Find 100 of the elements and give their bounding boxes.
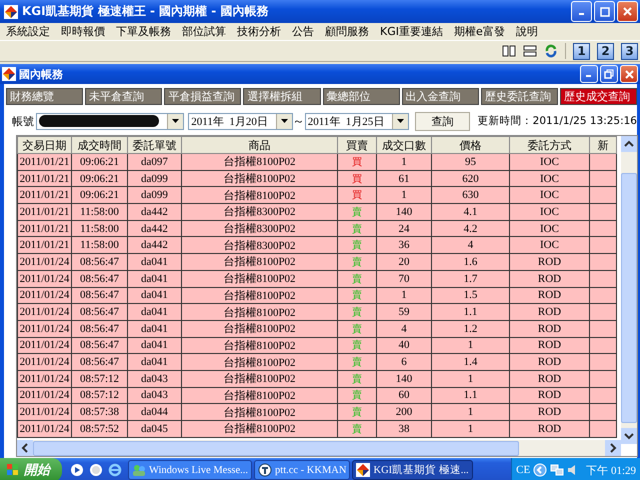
network-icon[interactable]: [550, 463, 564, 477]
refresh-icon[interactable]: [544, 44, 558, 58]
table-cell: 賣: [338, 287, 376, 304]
tab[interactable]: 歷史委託查詢: [480, 88, 558, 105]
minimize-button[interactable]: [580, 65, 598, 83]
rows-icon[interactable]: [523, 45, 537, 57]
table-cell: 140: [376, 204, 432, 220]
table-cell: 台指權8100P02: [182, 420, 338, 438]
account-dropdown[interactable]: [36, 112, 184, 130]
table-cell: da442: [128, 236, 182, 254]
table-cell: 38: [376, 420, 432, 438]
scroll-left-icon[interactable]: [17, 440, 33, 456]
table-cell: 2011/01/24: [18, 420, 72, 438]
maximize-button[interactable]: [594, 1, 615, 22]
column-header[interactable]: 委託方式: [510, 136, 590, 154]
layout-button[interactable]: 3: [621, 42, 638, 60]
column-header[interactable]: 交易日期: [18, 136, 72, 154]
date-to-dropdown[interactable]: 2011年 1月25日: [304, 112, 410, 130]
table-cell: 2011/01/24: [18, 304, 72, 320]
table-cell: da442: [128, 220, 182, 237]
column-header[interactable]: 成交口數: [376, 136, 432, 154]
table-cell: 08:56:47: [72, 337, 128, 354]
tab[interactable]: 財務總覽: [6, 88, 84, 105]
table-cell: 1.5: [432, 287, 510, 304]
chevron-left-icon[interactable]: [533, 463, 548, 477]
table-cell: 買: [338, 170, 376, 187]
menu-item[interactable]: 系統設定: [6, 24, 50, 39]
table-cell: 2011/01/24: [18, 254, 72, 270]
taskbar-button[interactable]: Windows Live Messe...: [128, 460, 252, 480]
column-header[interactable]: 新: [590, 136, 616, 154]
layout-button[interactable]: 2: [597, 42, 614, 60]
table-cell: 2011/01/24: [18, 320, 72, 338]
menu-item[interactable]: 說明: [516, 24, 538, 39]
tab[interactable]: 彙總部位: [322, 88, 400, 105]
vertical-scroll-thumb[interactable]: [621, 173, 637, 423]
table-cell: 61: [376, 170, 432, 187]
table-cell: 2011/01/24: [18, 404, 72, 420]
table-cell: 1.1: [432, 304, 510, 320]
menu-item[interactable]: 下單及帳務: [116, 24, 171, 39]
menu-item[interactable]: 公告: [292, 24, 314, 39]
table-cell: ROD: [510, 337, 590, 354]
table-cell: da097: [128, 154, 182, 170]
menu-item[interactable]: KGI重要連結: [380, 24, 443, 39]
table-cell: da041: [128, 337, 182, 354]
people-icon: [132, 464, 146, 476]
update-time: 更新時間：2011/1/25 13:25:16: [478, 114, 637, 128]
table-cell: ROD: [510, 304, 590, 320]
scroll-right-icon[interactable]: [605, 440, 621, 456]
table-cell: 賣: [338, 204, 376, 220]
date-from-dropdown[interactable]: 2011年 1月20日: [188, 112, 293, 130]
menu-item[interactable]: 顧問服務: [325, 24, 369, 39]
menu-item[interactable]: 技術分析: [237, 24, 281, 39]
table-cell: ROD: [510, 354, 590, 370]
layout-button[interactable]: 1: [573, 42, 590, 60]
scroll-up-icon[interactable]: [621, 136, 637, 152]
taskbar-button[interactable]: KGI凱基期貨 極速...: [352, 460, 473, 480]
query-button[interactable]: 查詢: [415, 112, 470, 130]
clock: 下午 01:29: [586, 464, 636, 478]
column-header[interactable]: 買賣: [338, 136, 376, 154]
table-cell: 09:06:21: [72, 186, 128, 204]
table-cell: 2011/01/24: [18, 370, 72, 388]
media-player-icon[interactable]: [70, 463, 84, 477]
table-cell: 4.1: [432, 204, 510, 220]
table-cell: 1: [432, 337, 510, 354]
column-header[interactable]: 成交時間: [72, 136, 128, 154]
table-cell: 台指權8100P02: [182, 287, 338, 304]
close-button[interactable]: [617, 1, 638, 22]
table-cell: 2011/01/21: [18, 170, 72, 187]
table-cell: da044: [128, 404, 182, 420]
menu-item[interactable]: 部位試算: [182, 24, 226, 39]
horizontal-scroll-thumb[interactable]: [33, 440, 519, 456]
menu-item[interactable]: 期權e富發: [454, 24, 505, 39]
table-cell: 40: [376, 337, 432, 354]
column-header[interactable]: 商品: [182, 136, 338, 154]
table-cell: da041: [128, 287, 182, 304]
app-logo-icon: [4, 4, 18, 18]
table-cell: 2011/01/21: [18, 204, 72, 220]
taskbar-button[interactable]: ptt.cc - KKMAN: [254, 460, 350, 480]
column-header[interactable]: 委託單號: [128, 136, 182, 154]
column-header[interactable]: 價格: [432, 136, 510, 154]
columns-icon[interactable]: [502, 45, 516, 57]
table-cell: 台指權8300P02: [182, 236, 338, 254]
tab[interactable]: 歷史成交查詢: [560, 88, 637, 105]
table-cell: IOC: [510, 170, 590, 187]
scroll-down-icon[interactable]: [621, 428, 637, 444]
tab[interactable]: 未平倉查詢: [85, 88, 162, 105]
tab[interactable]: 選擇權拆組: [243, 88, 320, 105]
table-cell: 賣: [338, 270, 376, 287]
table-cell: 2011/01/21: [18, 236, 72, 254]
table-cell: 1.7: [432, 270, 510, 287]
table-cell: 4.2: [432, 220, 510, 237]
minimize-button[interactable]: [571, 1, 592, 22]
tab[interactable]: 出入金查詢: [402, 88, 479, 105]
restore-button[interactable]: [600, 65, 618, 83]
close-button[interactable]: [620, 65, 638, 83]
table-cell: ROD: [510, 420, 590, 438]
dropdown-arrow-icon: [172, 119, 180, 123]
menu-item[interactable]: 即時報價: [61, 24, 105, 39]
table-cell: 4: [432, 236, 510, 254]
tab[interactable]: 平倉損益查詢: [164, 88, 242, 105]
